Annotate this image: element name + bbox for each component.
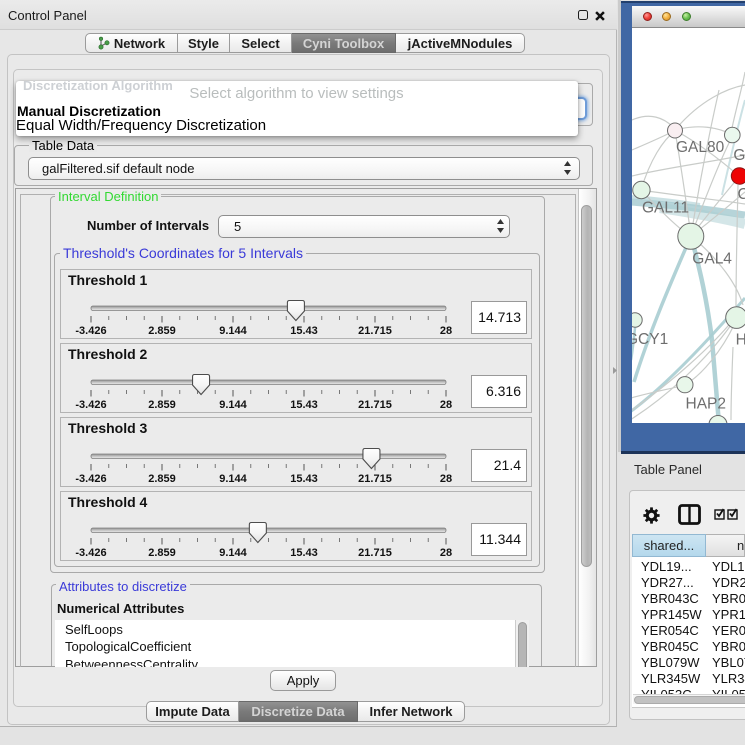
svg-text:HAP2: HAP2 xyxy=(686,396,727,413)
svg-text:28: 28 xyxy=(440,547,452,559)
svg-text:21.715: 21.715 xyxy=(358,547,392,559)
svg-text:28: 28 xyxy=(440,399,452,411)
svg-text:GAL11: GAL11 xyxy=(642,200,689,217)
svg-text:C: C xyxy=(738,186,745,203)
svg-text:-3.426: -3.426 xyxy=(75,547,106,559)
svg-text:15.43: 15.43 xyxy=(290,325,318,337)
svg-text:9.144: 9.144 xyxy=(219,325,247,337)
svg-text:2.859: 2.859 xyxy=(148,399,176,411)
svg-text:15.43: 15.43 xyxy=(290,547,318,559)
svg-text:9.144: 9.144 xyxy=(219,547,247,559)
svg-text:15.43: 15.43 xyxy=(290,399,318,411)
svg-text:28: 28 xyxy=(440,325,452,337)
svg-text:9.144: 9.144 xyxy=(219,399,247,411)
svg-text:-3.426: -3.426 xyxy=(75,399,106,411)
svg-text:21.715: 21.715 xyxy=(358,325,392,337)
svg-text:GAL4: GAL4 xyxy=(692,251,732,268)
svg-text:21.715: 21.715 xyxy=(358,473,392,485)
svg-text:-3.426: -3.426 xyxy=(75,325,106,337)
svg-text:GAL: GAL xyxy=(733,147,745,164)
svg-text:H: H xyxy=(736,332,745,349)
svg-text:2.859: 2.859 xyxy=(148,473,176,485)
svg-text:28: 28 xyxy=(440,473,452,485)
svg-text:21.715: 21.715 xyxy=(358,399,392,411)
svg-text:9.144: 9.144 xyxy=(219,473,247,485)
svg-text:-3.426: -3.426 xyxy=(75,473,106,485)
svg-text:2.859: 2.859 xyxy=(148,325,176,337)
svg-text:15.43: 15.43 xyxy=(290,473,318,485)
svg-text:GAL80: GAL80 xyxy=(676,139,725,156)
svg-text:GCY1: GCY1 xyxy=(632,331,668,348)
svg-text:2.859: 2.859 xyxy=(148,547,176,559)
